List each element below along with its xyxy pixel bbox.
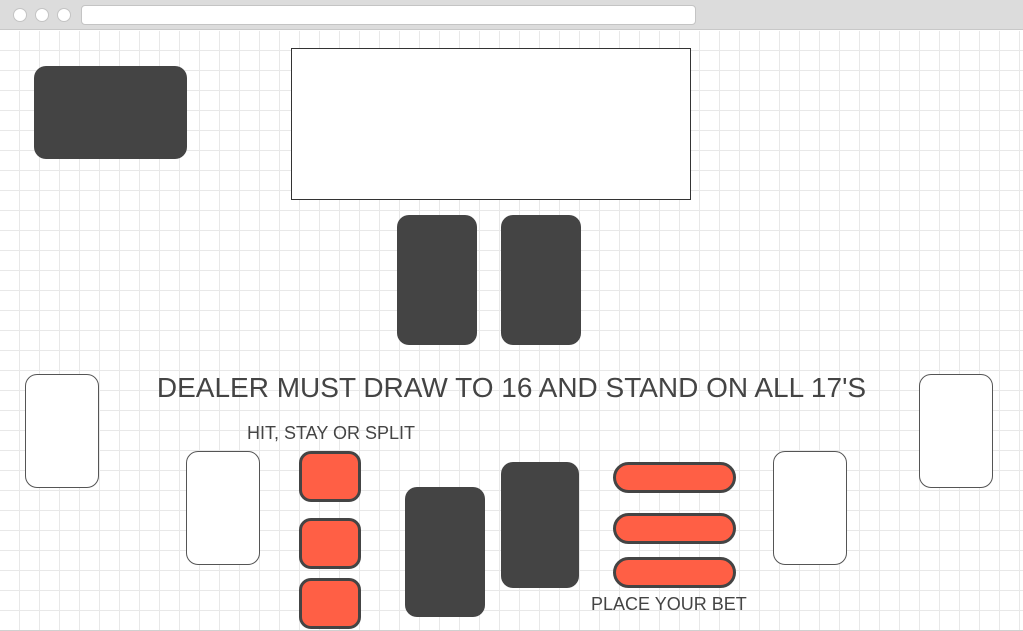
- bet-button-2[interactable]: [613, 513, 736, 544]
- bet-button-1[interactable]: [613, 462, 736, 493]
- blackjack-table: DEALER MUST DRAW TO 16 AND STAND ON ALL …: [0, 31, 1023, 631]
- bet-button-3[interactable]: [613, 557, 736, 588]
- window-minimize-dot[interactable]: [35, 8, 49, 22]
- player-card-1: [405, 487, 485, 617]
- player-slot-far-right[interactable]: [919, 374, 993, 488]
- player-card-2: [501, 462, 579, 588]
- player-slot-far-left[interactable]: [25, 374, 99, 488]
- hit-button[interactable]: [299, 451, 361, 502]
- stay-button[interactable]: [299, 518, 361, 569]
- card-deck[interactable]: [34, 66, 187, 159]
- dealer-display-area: [291, 48, 691, 200]
- bet-prompt-label: PLACE YOUR BET: [591, 594, 747, 614]
- browser-chrome: [0, 0, 1023, 30]
- window-maximize-dot[interactable]: [57, 8, 71, 22]
- player-slot-right[interactable]: [773, 451, 847, 565]
- dealer-card-2: [501, 215, 581, 345]
- dealer-rule-text: DEALER MUST DRAW TO 16 AND STAND ON ALL …: [156, 372, 867, 403]
- player-slot-left[interactable]: [186, 451, 260, 565]
- window-close-dot[interactable]: [13, 8, 27, 22]
- split-button[interactable]: [299, 578, 361, 629]
- address-bar[interactable]: [81, 5, 696, 25]
- action-prompt-label: HIT, STAY OR SPLIT: [247, 423, 416, 443]
- dealer-card-1: [397, 215, 477, 345]
